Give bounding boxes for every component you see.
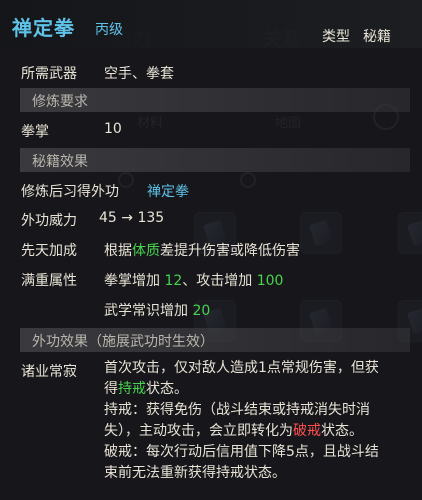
keyword-pojie: 破戒 xyxy=(293,423,321,439)
type-value: 秘籍 xyxy=(363,29,391,45)
skill-grade: 丙级 xyxy=(95,22,123,38)
external-section-title: 外功效果（施展武功时生效） xyxy=(32,334,214,350)
full-line2-text: 武学常识增加 xyxy=(104,303,193,319)
desc-text: 状态。 xyxy=(146,381,188,397)
power-value: 45 → 135 xyxy=(99,210,165,226)
training-section-header: 修炼要求 xyxy=(20,88,410,112)
external-description: 首次攻击，仅对敌人造成1点常规伤害，但获 得持戒状态。 持戒：获得免伤（战斗结束… xyxy=(104,358,416,484)
learn-label: 修炼后习得外功 xyxy=(21,184,119,200)
desc-line: 束前无法重新获得持戒状态。 xyxy=(104,465,286,481)
requirement-skill-value: 10 xyxy=(104,121,122,137)
keyword-chijie: 持戒 xyxy=(118,381,146,397)
weapon-label: 所需武器 xyxy=(21,66,77,82)
full-weight-label: 满重属性 xyxy=(21,273,77,289)
bonus-pre-text: 根据 xyxy=(104,243,132,259)
desc-line: 持戒：获得免伤（战斗结束或持戒消失时消 xyxy=(104,402,370,418)
full-line2-value: 20 xyxy=(192,303,211,319)
type-label: 类型 xyxy=(322,29,350,45)
power-label: 外功威力 xyxy=(21,213,77,229)
full-line1-value-a: 12 xyxy=(164,273,183,289)
bonus-label: 先天加成 xyxy=(21,243,77,259)
desc-line: 首次攻击，仅对敌人造成1点常规伤害，但获 xyxy=(104,360,379,376)
desc-text: 状态。 xyxy=(321,423,363,439)
effects-section-header: 秘籍效果 xyxy=(20,148,410,172)
tooltip-header: 禅定拳 丙级 类型 秘籍 xyxy=(0,0,422,48)
full-line1-text-b: 、攻击增加 xyxy=(182,273,257,289)
full-line1-value-b: 100 xyxy=(256,273,284,289)
external-section-header: 外功效果（施展武功时生效） xyxy=(20,328,410,352)
requirement-skill-label: 拳掌 xyxy=(21,124,49,140)
training-section-title: 修炼要求 xyxy=(32,94,88,110)
desc-line: 破戒：每次行动后信用值下降5点，且战斗结 xyxy=(104,444,379,460)
effects-section-title: 秘籍效果 xyxy=(32,154,88,170)
weapon-value: 空手、拳套 xyxy=(104,66,174,82)
desc-text: 得 xyxy=(104,381,118,397)
desc-line: 失），主动攻击，会立即转化为破戒状态。 xyxy=(104,421,416,442)
learn-value: 禅定拳 xyxy=(147,184,189,200)
desc-text: 失），主动攻击，会立即转化为 xyxy=(104,423,293,439)
full-weight-line2: 武学常识增加 20 xyxy=(104,300,210,320)
bonus-value: 根据体质差提升伤害或降低伤害 xyxy=(104,240,300,260)
bonus-attribute: 体质 xyxy=(132,243,160,259)
desc-line: 得持戒状态。 xyxy=(104,379,416,400)
external-skill-label: 诸业常寂 xyxy=(21,364,77,380)
skill-tooltip-panel: 禅定拳 丙级 类型 秘籍 所需武器 空手、拳套 修炼要求 拳掌 10 秘籍效果 … xyxy=(0,0,422,500)
bonus-post-text: 差提升伤害或降低伤害 xyxy=(160,243,300,259)
skill-title: 禅定拳 xyxy=(12,16,75,40)
full-weight-line1: 拳掌增加 12、攻击增加 100 xyxy=(104,270,283,290)
full-line1-text-a: 拳掌增加 xyxy=(104,273,165,289)
